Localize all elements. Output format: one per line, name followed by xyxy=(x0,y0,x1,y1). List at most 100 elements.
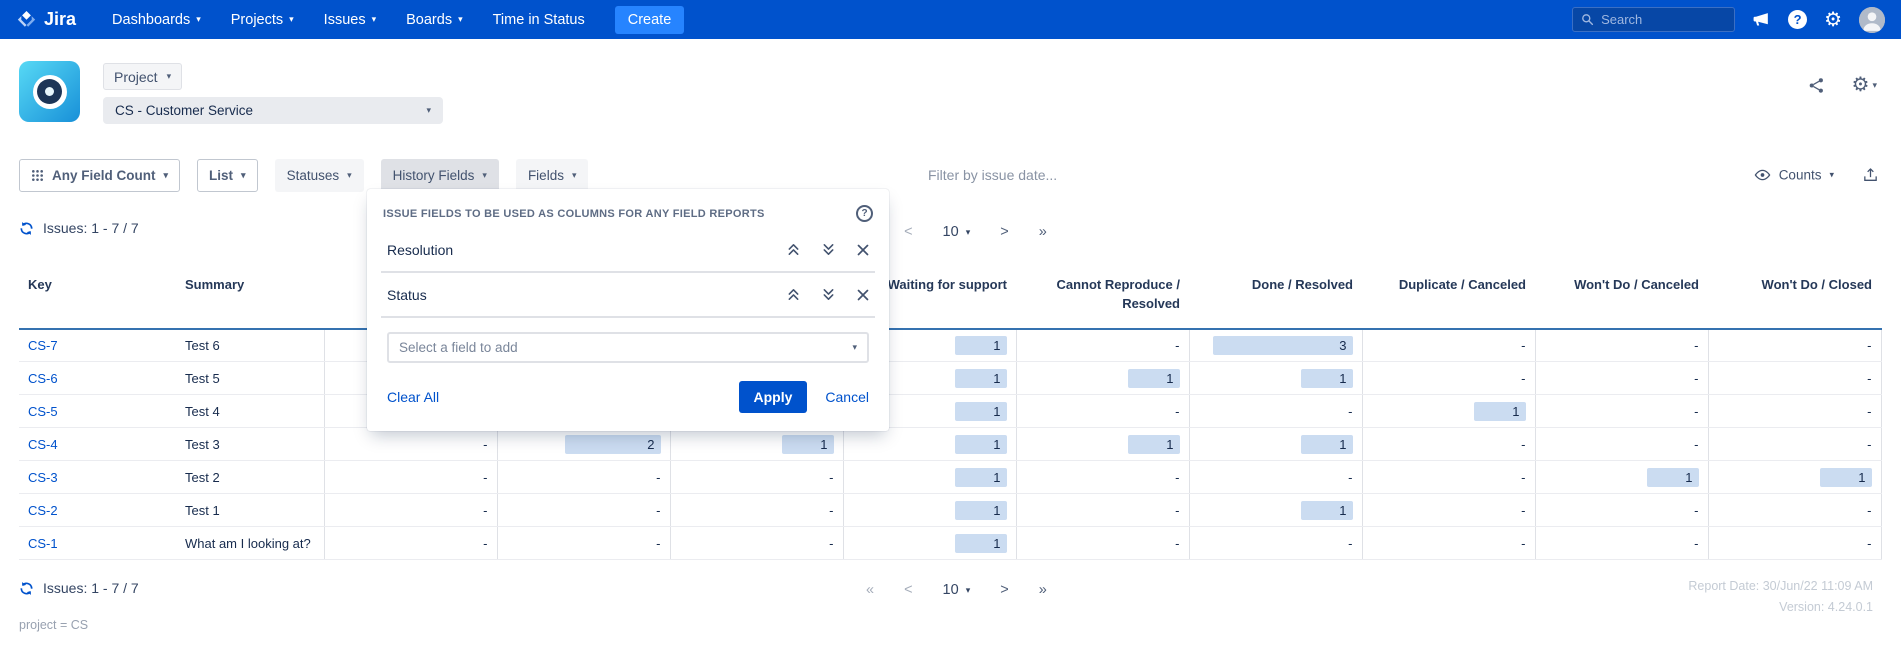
key-cell: CS-4 xyxy=(19,428,176,461)
field-row-actions xyxy=(787,243,869,256)
popup-title: ISSUE FIELDS TO BE USED AS COLUMNS FOR A… xyxy=(383,208,765,220)
popup-field-row-status: Status xyxy=(381,273,875,318)
remove-field-icon[interactable] xyxy=(857,289,869,301)
issue-key-link[interactable]: CS-4 xyxy=(28,437,58,452)
navbar-search[interactable] xyxy=(1572,7,1735,32)
issue-key-link[interactable]: CS-2 xyxy=(28,503,58,518)
cancel-link[interactable]: Cancel xyxy=(825,389,869,405)
refresh-icon[interactable] xyxy=(19,581,34,596)
pagination-first[interactable]: « xyxy=(866,582,874,598)
pagination-next[interactable]: > xyxy=(1000,582,1008,598)
refresh-icon[interactable] xyxy=(19,221,34,236)
nav-item-time-in-status[interactable]: Time in Status xyxy=(493,12,585,28)
project-type-label: Project xyxy=(114,69,158,85)
summary-cell: What am I looking at? xyxy=(176,527,324,560)
count-bar: 1 xyxy=(1128,369,1180,388)
move-to-bottom-icon[interactable] xyxy=(822,243,835,256)
column-header-value-6[interactable]: Done / Resolved xyxy=(1189,272,1362,329)
count-cell: - xyxy=(1708,494,1881,527)
count-cell: - xyxy=(324,527,497,560)
issue-key-link[interactable]: CS-7 xyxy=(28,338,58,353)
user-avatar[interactable] xyxy=(1859,7,1885,33)
help-icon[interactable]: ? xyxy=(856,205,873,222)
count-cell: - xyxy=(670,527,843,560)
export-icon[interactable] xyxy=(1862,167,1879,184)
column-header-value-9[interactable]: Won't Do / Closed xyxy=(1708,272,1881,329)
popup-header: ISSUE FIELDS TO BE USED AS COLUMNS FOR A… xyxy=(381,205,875,228)
add-field-select[interactable]: Select a field to add ▾ xyxy=(387,332,869,363)
nav-item-label: Boards xyxy=(406,12,452,28)
issue-date-filter-input[interactable]: Filter by issue date... xyxy=(928,167,1057,183)
issue-key-link[interactable]: CS-1 xyxy=(28,536,58,551)
page-size-select[interactable]: 10 ▾ xyxy=(943,224,971,240)
count-cell: - xyxy=(1362,461,1535,494)
issue-key-link[interactable]: CS-3 xyxy=(28,470,58,485)
nav-item-issues[interactable]: Issues▾ xyxy=(324,12,376,28)
settings-gear-dropdown[interactable]: ⚙ ▾ xyxy=(1852,75,1877,95)
fields-dropdown[interactable]: Fields ▾ xyxy=(516,159,589,192)
apply-button[interactable]: Apply xyxy=(739,381,808,413)
remove-field-icon[interactable] xyxy=(857,244,869,256)
view-label: List xyxy=(209,168,233,183)
issue-row-cs-1: CS-1What am I looking at?---1----- xyxy=(19,527,1881,560)
create-button[interactable]: Create xyxy=(615,6,685,34)
counts-dropdown[interactable]: Counts ▾ xyxy=(1754,167,1834,184)
gear-icon[interactable]: ⚙ xyxy=(1824,10,1842,30)
issue-key-link[interactable]: CS-6 xyxy=(28,371,58,386)
jira-logo-icon xyxy=(16,9,37,30)
pagination-next[interactable]: > xyxy=(1000,224,1008,240)
move-to-top-icon[interactable] xyxy=(787,288,800,301)
count-bar: 1 xyxy=(1301,501,1353,520)
statuses-dropdown[interactable]: Statuses ▾ xyxy=(275,159,364,192)
count-cell: - xyxy=(1708,428,1881,461)
nav-item-label: Dashboards xyxy=(112,12,190,28)
count-cell: 1 xyxy=(843,527,1016,560)
key-cell: CS-2 xyxy=(19,494,176,527)
count-cell: - xyxy=(1708,329,1881,362)
column-header-summary[interactable]: Summary xyxy=(176,272,324,329)
issue-key-link[interactable]: CS-5 xyxy=(28,404,58,419)
count-cell: - xyxy=(1535,428,1708,461)
search-icon xyxy=(1581,13,1594,26)
nav-item-boards[interactable]: Boards▾ xyxy=(406,12,462,28)
clear-all-link[interactable]: Clear All xyxy=(387,389,439,405)
count-bar: 1 xyxy=(955,402,1007,421)
count-cell: - xyxy=(324,428,497,461)
pagination-prev[interactable]: < xyxy=(904,582,912,598)
count-bar: 1 xyxy=(955,534,1007,553)
report-type-dropdown[interactable]: Any Field Count ▾ xyxy=(19,159,180,192)
history-fields-dropdown[interactable]: History Fields ▾ xyxy=(381,159,499,192)
pagination-last[interactable]: » xyxy=(1039,582,1047,598)
search-input[interactable] xyxy=(1601,12,1726,27)
column-header-value-8[interactable]: Won't Do / Canceled xyxy=(1535,272,1708,329)
summary-cell: Test 6 xyxy=(176,329,324,362)
project-select-value: CS - Customer Service xyxy=(115,103,253,118)
count-cell: - xyxy=(1535,494,1708,527)
project-type-dropdown[interactable]: Project ▾ xyxy=(103,63,182,90)
page-size-select[interactable]: 10 ▾ xyxy=(943,582,971,598)
count-cell: 1 xyxy=(843,428,1016,461)
count-cell: 3 xyxy=(1189,329,1362,362)
count-cell: - xyxy=(1362,527,1535,560)
move-to-bottom-icon[interactable] xyxy=(822,288,835,301)
column-header-key[interactable]: Key xyxy=(19,272,176,329)
announcements-megaphone-icon[interactable] xyxy=(1752,10,1771,29)
project-select[interactable]: CS - Customer Service ▾ xyxy=(103,97,443,124)
nav-item-dashboards[interactable]: Dashboards▾ xyxy=(112,12,201,28)
column-header-value-5[interactable]: Cannot Reproduce / Resolved xyxy=(1016,272,1189,329)
column-header-value-7[interactable]: Duplicate / Canceled xyxy=(1362,272,1535,329)
pagination-prev[interactable]: < xyxy=(904,224,912,240)
nav-item-label: Projects xyxy=(231,12,283,28)
count-cell: - xyxy=(1535,395,1708,428)
move-to-top-icon[interactable] xyxy=(787,243,800,256)
share-icon[interactable] xyxy=(1807,76,1826,95)
nav-item-projects[interactable]: Projects▾ xyxy=(231,12,294,28)
help-icon[interactable]: ? xyxy=(1788,10,1807,29)
count-cell: 1 xyxy=(1016,362,1189,395)
count-bar: 1 xyxy=(1647,468,1699,487)
jira-logo[interactable]: Jira xyxy=(16,9,76,30)
view-dropdown[interactable]: List ▾ xyxy=(197,159,258,192)
field-label: Resolution xyxy=(387,242,453,258)
report-date: Report Date: 30/Jun/22 11:09 AM xyxy=(1688,576,1873,597)
pagination-last[interactable]: » xyxy=(1039,224,1047,240)
